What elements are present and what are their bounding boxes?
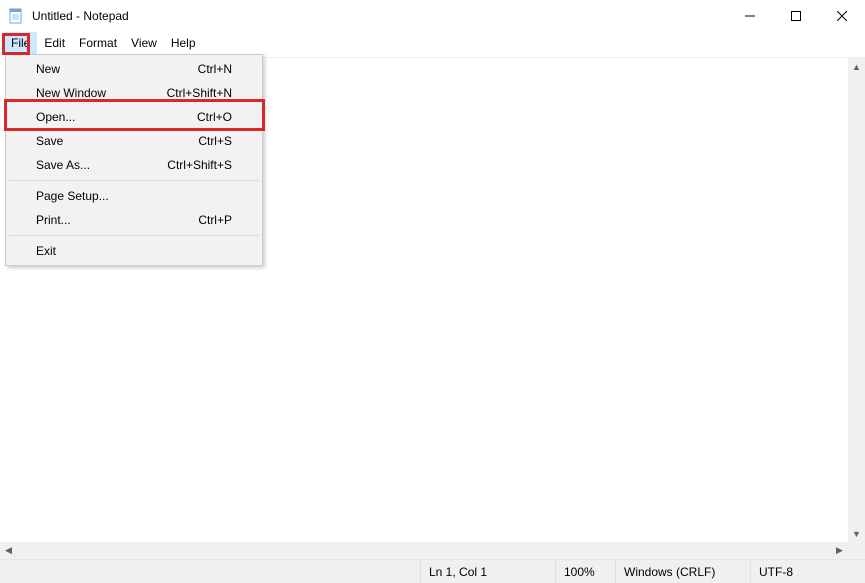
close-button[interactable] bbox=[819, 0, 865, 32]
status-encoding: UTF-8 bbox=[750, 560, 865, 583]
status-spacer bbox=[0, 560, 420, 583]
menu-item-new[interactable]: New Ctrl+N bbox=[8, 57, 260, 81]
menu-item-shortcut: Ctrl+P bbox=[198, 213, 232, 227]
menu-item-shortcut: Ctrl+O bbox=[197, 110, 232, 124]
menu-item-label: New bbox=[36, 62, 198, 76]
menu-item-page-setup[interactable]: Page Setup... bbox=[8, 184, 260, 208]
status-position: Ln 1, Col 1 bbox=[420, 560, 555, 583]
menu-item-label: Open... bbox=[36, 110, 197, 124]
menu-help[interactable]: Help bbox=[164, 32, 203, 54]
menu-item-label: New Window bbox=[36, 86, 167, 100]
window-title: Untitled - Notepad bbox=[32, 9, 727, 23]
menu-item-new-window[interactable]: New Window Ctrl+Shift+N bbox=[8, 81, 260, 105]
menu-separator bbox=[9, 180, 259, 181]
menu-item-print[interactable]: Print... Ctrl+P bbox=[8, 208, 260, 232]
menu-item-label: Save bbox=[36, 134, 198, 148]
vertical-scrollbar[interactable]: ▲ ▼ bbox=[848, 58, 865, 542]
menu-separator bbox=[9, 235, 259, 236]
scroll-up-arrow-icon[interactable]: ▲ bbox=[848, 58, 865, 75]
menu-item-shortcut: Ctrl+N bbox=[198, 62, 232, 76]
maximize-button[interactable] bbox=[773, 0, 819, 32]
menu-item-label: Exit bbox=[36, 244, 232, 258]
menu-format[interactable]: Format bbox=[72, 32, 124, 54]
menu-bar: File Edit Format View Help bbox=[0, 32, 865, 54]
file-dropdown-menu: New Ctrl+N New Window Ctrl+Shift+N Open.… bbox=[5, 54, 263, 266]
menu-edit[interactable]: Edit bbox=[37, 32, 72, 54]
menu-item-save[interactable]: Save Ctrl+S bbox=[8, 129, 260, 153]
menu-file[interactable]: File bbox=[4, 32, 37, 54]
scroll-left-arrow-icon[interactable]: ◀ bbox=[0, 542, 17, 559]
notepad-icon bbox=[8, 8, 24, 24]
minimize-button[interactable] bbox=[727, 0, 773, 32]
menu-item-open[interactable]: Open... Ctrl+O bbox=[8, 105, 260, 129]
scroll-corner bbox=[848, 542, 865, 559]
menu-view[interactable]: View bbox=[124, 32, 164, 54]
horizontal-scrollbar[interactable]: ◀ ▶ bbox=[0, 542, 848, 559]
menu-item-exit[interactable]: Exit bbox=[8, 239, 260, 263]
menu-item-label: Page Setup... bbox=[36, 189, 232, 203]
menu-item-label: Save As... bbox=[36, 158, 167, 172]
title-bar: Untitled - Notepad bbox=[0, 0, 865, 32]
menu-item-shortcut: Ctrl+Shift+S bbox=[167, 158, 232, 172]
menu-item-shortcut: Ctrl+Shift+N bbox=[167, 86, 232, 100]
menu-item-shortcut: Ctrl+S bbox=[198, 134, 232, 148]
menu-item-label: Print... bbox=[36, 213, 198, 227]
status-zoom: 100% bbox=[555, 560, 615, 583]
window-controls bbox=[727, 0, 865, 32]
menu-item-save-as[interactable]: Save As... Ctrl+Shift+S bbox=[8, 153, 260, 177]
scroll-down-arrow-icon[interactable]: ▼ bbox=[848, 525, 865, 542]
status-eol: Windows (CRLF) bbox=[615, 560, 750, 583]
scroll-right-arrow-icon[interactable]: ▶ bbox=[831, 542, 848, 559]
status-bar: Ln 1, Col 1 100% Windows (CRLF) UTF-8 bbox=[0, 559, 865, 583]
